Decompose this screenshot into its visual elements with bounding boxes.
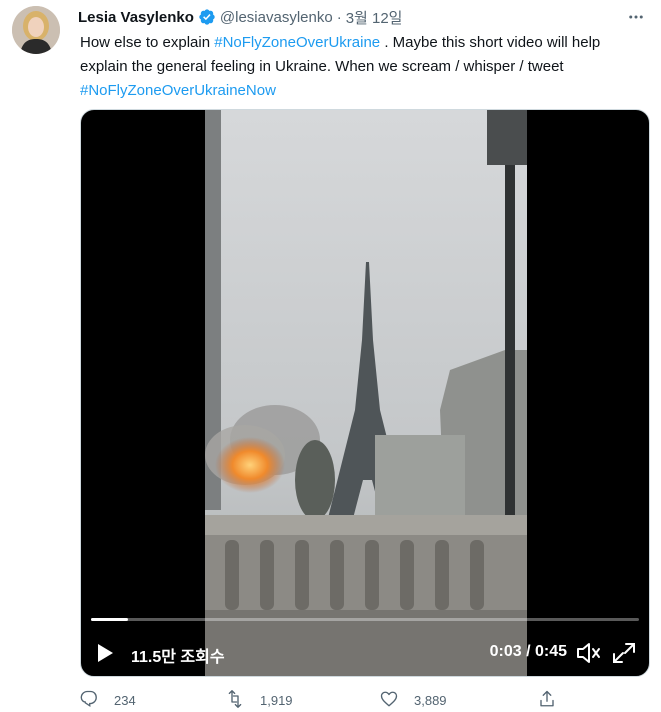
video-frame (205, 110, 527, 676)
avatar[interactable] (12, 6, 60, 54)
reply-count: 234 (114, 693, 136, 708)
tweet-actions: 234 1,919 3,889 (80, 690, 650, 712)
hashtag-link[interactable]: #NoFlyZoneOverUkraine (214, 34, 380, 51)
share-icon (538, 690, 556, 711)
author-name[interactable]: Lesia Vasylenko (78, 9, 194, 26)
video-controls: 11.5만 조회수 0:03 / 0:45 (81, 633, 649, 673)
hashtag-link[interactable]: #NoFlyZoneOverUkraineNow (80, 82, 276, 99)
tweet-text: How else to explain #NoFlyZoneOverUkrain… (80, 31, 645, 103)
verified-badge-icon (198, 8, 216, 26)
tweet-date[interactable]: 3월 12일 (346, 7, 403, 28)
view-count: 11.5만 조회수 (131, 649, 225, 666)
video-progress-fill (91, 618, 128, 621)
video-player[interactable]: 11.5만 조회수 0:03 / 0:45 (80, 109, 650, 677)
tweet-header: Lesia Vasylenko @lesiavasylenko · 3월 12일 (78, 6, 402, 28)
like-button[interactable]: 3,889 (380, 690, 447, 711)
author-handle[interactable]: @lesiavasylenko (220, 9, 333, 26)
separator-dot: · (336, 8, 342, 26)
video-time: 0:03 / 0:45 (489, 643, 567, 660)
like-count: 3,889 (414, 693, 447, 708)
retweet-icon (226, 690, 244, 711)
volume-icon[interactable] (575, 641, 601, 670)
retweet-button[interactable]: 1,919 (226, 690, 293, 711)
tweet-text-part1: How else to explain (80, 34, 215, 51)
heart-icon (380, 690, 398, 711)
play-icon[interactable] (95, 642, 117, 664)
more-dots-icon[interactable] (625, 6, 647, 28)
reply-icon (80, 690, 98, 711)
avatar-image (12, 6, 60, 54)
share-button[interactable] (538, 690, 556, 711)
video-progress-bar[interactable] (91, 618, 639, 621)
fullscreen-icon[interactable] (611, 641, 637, 670)
reply-button[interactable]: 234 (80, 690, 136, 711)
retweet-count: 1,919 (260, 693, 293, 708)
